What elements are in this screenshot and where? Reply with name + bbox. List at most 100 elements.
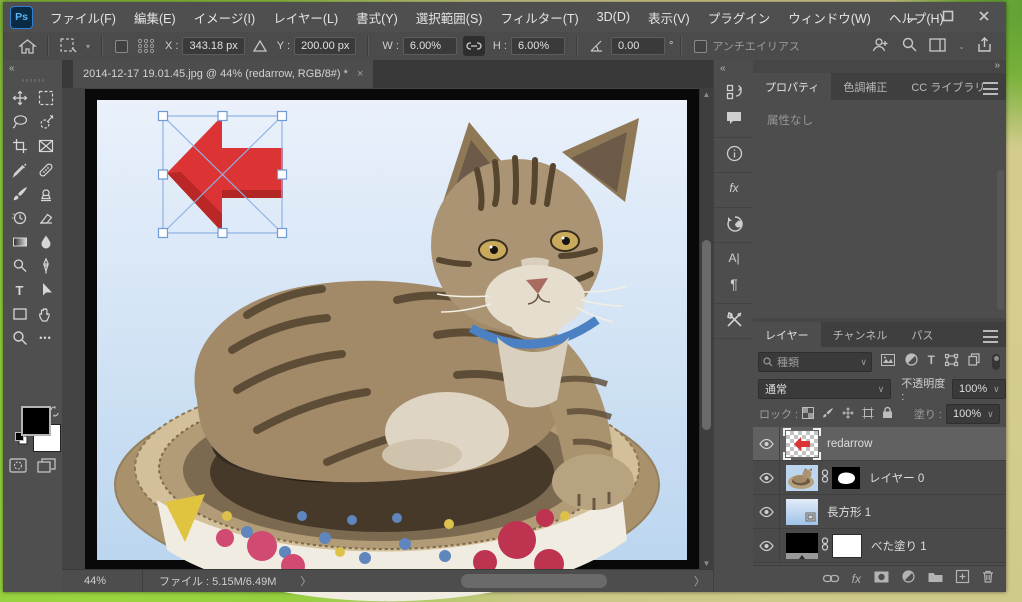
- move-tool-icon[interactable]: [7, 88, 33, 108]
- delete-layer-icon[interactable]: [982, 570, 994, 588]
- history-panel-icon[interactable]: [714, 210, 754, 236]
- zoom-level-field[interactable]: 44%: [62, 575, 142, 587]
- layer-mask-thumbnail[interactable]: [832, 467, 860, 489]
- type-tool-icon[interactable]: T: [7, 280, 33, 300]
- pen-tool-icon[interactable]: [33, 256, 59, 276]
- paragraph-panel-icon[interactable]: ¶: [714, 271, 754, 297]
- filter-smart-objects-icon[interactable]: [968, 353, 980, 371]
- tab-adjustments[interactable]: 色調補正: [831, 73, 899, 100]
- menu-window[interactable]: ウィンドウ(W): [779, 8, 880, 27]
- share-for-review-icon[interactable]: [872, 37, 890, 56]
- transform-tool-icon[interactable]: [56, 38, 82, 54]
- menu-layer[interactable]: レイヤー(L): [264, 8, 347, 27]
- layer-thumbnail-redarrow[interactable]: [786, 431, 818, 457]
- history-brush-tool-icon[interactable]: [7, 208, 33, 228]
- menu-file[interactable]: ファイル(F): [41, 8, 125, 27]
- layer-row-layer0[interactable]: レイヤー 0: [753, 461, 1006, 495]
- w-input[interactable]: 6.00%: [403, 37, 457, 55]
- lasso-tool-icon[interactable]: [7, 112, 33, 132]
- filter-adjustment-layers-icon[interactable]: [905, 353, 918, 371]
- lock-all-icon[interactable]: [882, 406, 893, 422]
- delta-icon[interactable]: [249, 40, 271, 52]
- tab-channels[interactable]: チャンネル: [821, 322, 900, 347]
- visibility-eye-icon[interactable]: [753, 461, 780, 494]
- zoom-tool-icon[interactable]: [7, 328, 33, 348]
- spot-healing-brush-tool-icon[interactable]: [33, 160, 59, 180]
- menu-view[interactable]: 表示(V): [639, 8, 699, 27]
- layer-mask-thumbnail[interactable]: [832, 534, 862, 558]
- menu-filter[interactable]: フィルター(T): [491, 8, 587, 27]
- y-input[interactable]: 200.00 px: [294, 37, 356, 55]
- share-export-icon[interactable]: [977, 37, 992, 56]
- visibility-eye-icon[interactable]: [753, 427, 780, 460]
- quick-mask-mode-icon[interactable]: [9, 458, 27, 478]
- filter-toggle-switch[interactable]: [992, 354, 1000, 370]
- filter-shape-layers-icon[interactable]: [945, 353, 958, 371]
- layer-thumbnail-fill[interactable]: [786, 533, 818, 559]
- comments-panel-icon[interactable]: [714, 105, 754, 131]
- info-panel-icon[interactable]: [714, 140, 754, 166]
- layer-name[interactable]: 長方形 1: [827, 504, 871, 520]
- h-input[interactable]: 6.00%: [511, 37, 565, 55]
- scroll-up-icon[interactable]: ▲: [700, 90, 713, 99]
- layer-row-rectangle1[interactable]: 長方形 1: [753, 495, 1006, 529]
- eyedropper-tool-icon[interactable]: [7, 160, 33, 180]
- lock-position-icon[interactable]: [842, 407, 854, 422]
- document-close-icon[interactable]: ×: [357, 68, 363, 80]
- layer-thumbnail-shape[interactable]: [786, 499, 818, 525]
- tab-layers[interactable]: レイヤー: [753, 322, 821, 347]
- home-icon[interactable]: [15, 39, 40, 54]
- hand-tool-icon[interactable]: [33, 304, 59, 324]
- edit-toolbar-icon[interactable]: •••: [33, 328, 59, 348]
- reference-point-grid-icon[interactable]: [133, 38, 159, 54]
- brush-tool-icon[interactable]: [7, 184, 33, 204]
- lock-transparency-icon[interactable]: [802, 407, 814, 422]
- tab-paths[interactable]: パス: [899, 322, 945, 347]
- layer-filter-search[interactable]: 種類 ∨: [758, 352, 872, 372]
- new-group-icon[interactable]: [928, 570, 943, 588]
- scroll-down-icon[interactable]: ▼: [700, 559, 713, 568]
- properties-menu-icon[interactable]: [983, 82, 998, 95]
- vertical-scrollbar[interactable]: ▲ ▼: [699, 88, 713, 570]
- quick-selection-tool-icon[interactable]: [33, 112, 59, 132]
- workspace-chevron-icon[interactable]: ⌄: [958, 42, 965, 51]
- rectangle-tool-icon[interactable]: [7, 304, 33, 324]
- menu-3d[interactable]: 3D(D): [588, 10, 639, 24]
- lock-artboard-icon[interactable]: [862, 407, 874, 422]
- workspace-switcher-icon[interactable]: [929, 38, 946, 55]
- menu-edit[interactable]: 編集(E): [125, 8, 185, 27]
- blend-mode-select[interactable]: 通常 ∨: [758, 379, 891, 399]
- tools-grip[interactable]: [22, 79, 44, 82]
- opacity-select[interactable]: 100% ∨: [952, 379, 1006, 399]
- visibility-eye-icon[interactable]: [753, 495, 780, 528]
- layer-row-redarrow[interactable]: redarrow: [753, 427, 1006, 461]
- collapse-panels-icon[interactable]: »: [994, 60, 1000, 71]
- new-layer-icon[interactable]: [956, 570, 969, 588]
- crop-tool-icon[interactable]: [7, 136, 33, 156]
- vertical-scrollbar-thumb[interactable]: [702, 240, 711, 430]
- antialias-checkbox[interactable]: [694, 40, 707, 53]
- foreground-color-swatch[interactable]: [21, 406, 51, 436]
- link-dimensions-icon[interactable]: [463, 36, 485, 56]
- menu-select[interactable]: 選択範囲(S): [407, 8, 492, 27]
- layer-style-icon[interactable]: fx: [852, 572, 861, 586]
- fill-select[interactable]: 100% ∨: [946, 404, 1000, 424]
- status-expand-icon[interactable]: 〉: [292, 573, 319, 589]
- lock-pixels-icon[interactable]: [822, 407, 834, 422]
- styles-panel-icon[interactable]: fx: [714, 175, 754, 201]
- filter-pixel-layers-icon[interactable]: [881, 353, 895, 371]
- layer-mask-link-icon[interactable]: [821, 537, 829, 554]
- layer-mask-link-icon[interactable]: [821, 469, 829, 486]
- dodge-tool-icon[interactable]: [7, 256, 33, 276]
- layer-comps-panel-icon[interactable]: [714, 79, 754, 105]
- menu-image[interactable]: イメージ(I): [185, 8, 265, 27]
- reference-point-checkbox[interactable]: [115, 40, 128, 53]
- canvas-area[interactable]: ▲ ▼: [62, 88, 713, 570]
- blur-tool-icon[interactable]: [33, 232, 59, 252]
- tool-preset-chevron-icon[interactable]: ▾: [82, 42, 94, 51]
- eraser-tool-icon[interactable]: [33, 208, 59, 228]
- horizontal-scrollbar[interactable]: [319, 570, 686, 592]
- horizontal-scrollbar-thumb[interactable]: [461, 574, 607, 588]
- document-tab[interactable]: 2014-12-17 19.01.45.jpg @ 44% (redarrow,…: [73, 60, 373, 88]
- menu-plugins[interactable]: プラグイン: [699, 8, 780, 27]
